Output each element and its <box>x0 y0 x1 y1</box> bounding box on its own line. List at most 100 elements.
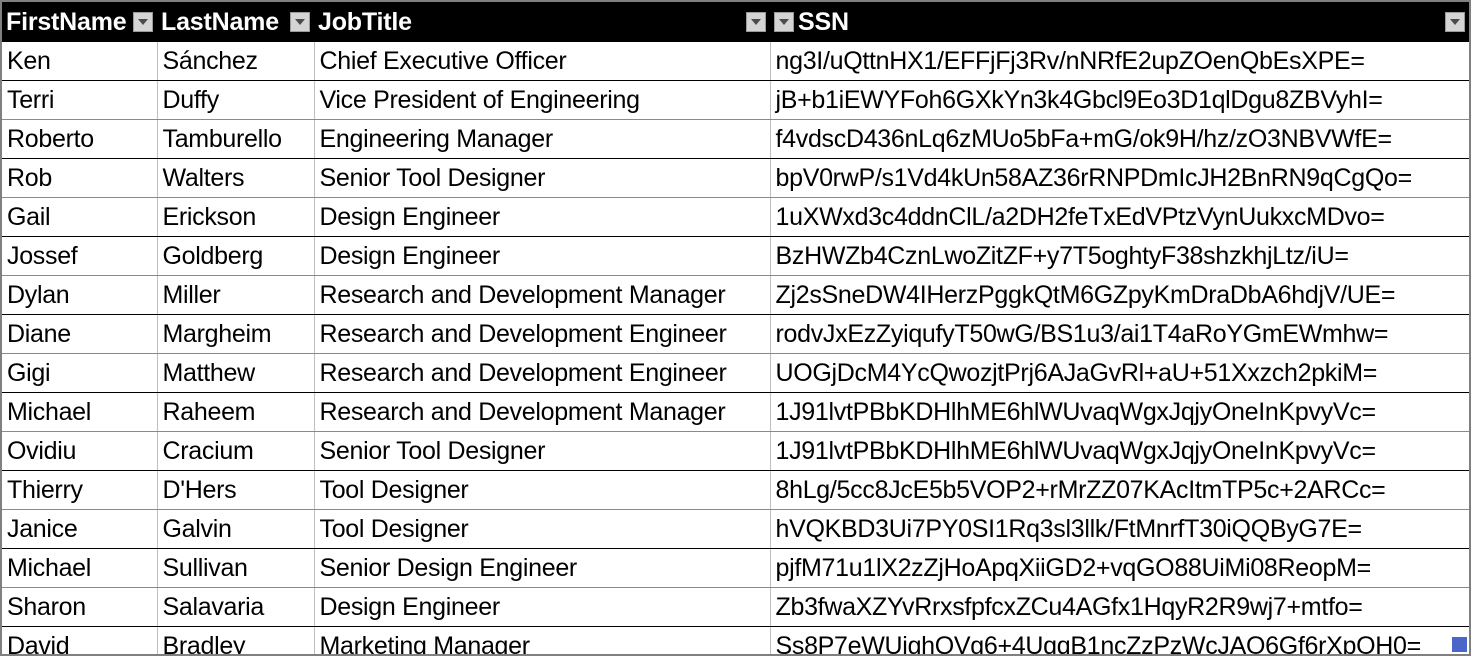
cell-ssn[interactable]: f4vdscD436nLq6zMUo5bFa+mG/ok9H/hz/zO3NBV… <box>770 119 1469 159</box>
cell-job_title[interactable]: Engineering Manager <box>314 119 771 159</box>
cell-ssn[interactable]: Zb3fwaXZYvRrxsfpfcxZCu4AGfx1HqyR2R9wj7+m… <box>770 587 1469 627</box>
cell-ssn[interactable]: hVQKBD3Ui7PY0SI1Rq3sl3llk/FtMnrfT30iQQBy… <box>770 509 1469 549</box>
column-header-first_name[interactable]: FirstName <box>2 2 157 42</box>
cell-last_name[interactable]: Bradley <box>157 626 315 654</box>
column-header-last_name[interactable]: LastName <box>157 2 314 42</box>
column-header-ssn[interactable]: SSN <box>770 2 1469 42</box>
cell-first_name[interactable]: Jossef <box>2 236 158 276</box>
table-row: Rob Walters Senior Tool Designer bpV0rwP/s1… <box>2 158 1469 198</box>
cell-job_title[interactable]: Research and Development Manager <box>314 392 771 432</box>
cell-last_name[interactable]: Tamburello <box>157 119 315 159</box>
cell-first_name[interactable]: Gail <box>2 197 158 237</box>
chevron-down-icon[interactable] <box>746 12 766 32</box>
cell-last_name[interactable]: Goldberg <box>157 236 315 276</box>
cell-job_title[interactable]: Senior Tool Designer <box>314 431 771 471</box>
chevron-down-icon[interactable] <box>133 12 153 32</box>
column-header-label: SSN <box>798 8 849 36</box>
table-row: Terri Duffy Vice President of Engineering j… <box>2 80 1469 120</box>
cell-last_name[interactable]: Raheem <box>157 392 315 432</box>
table-row: Michael Sullivan Senior Design Engineer pjf… <box>2 548 1469 588</box>
cell-job_title[interactable]: Design Engineer <box>314 197 771 237</box>
table-row: Sharon Salavaria Design Engineer Zb3fwaXZYv… <box>2 587 1469 627</box>
cell-first_name[interactable]: Terri <box>2 80 158 120</box>
table-row: Ken Sánchez Chief Executive Officer ng3I/uQ… <box>2 42 1469 81</box>
table-row: Ovidiu Cracium Senior Tool Designer 1J91lvt… <box>2 431 1469 471</box>
chevron-down-icon[interactable] <box>290 12 310 32</box>
table-row: Roberto Tamburello Engineering Manager f4vd… <box>2 119 1469 159</box>
cell-last_name[interactable]: Salavaria <box>157 587 315 627</box>
cell-ssn[interactable]: UOGjDcM4YcQwozjtPrj6AJaGvRl+aU+51Xxzch2p… <box>770 353 1469 393</box>
chevron-down-icon[interactable] <box>1445 12 1465 32</box>
cell-job_title[interactable]: Senior Tool Designer <box>314 158 771 198</box>
chevron-down-icon[interactable] <box>774 12 794 32</box>
table-row: Diane Margheim Research and Development En… <box>2 314 1469 354</box>
column-header-label: FirstName <box>6 8 127 36</box>
cell-last_name[interactable]: Miller <box>157 275 315 315</box>
cell-first_name[interactable]: Roberto <box>2 119 158 159</box>
caret-glyph <box>295 19 305 25</box>
cell-last_name[interactable]: Galvin <box>157 509 315 549</box>
cell-first_name[interactable]: Michael <box>2 548 158 588</box>
table-row: Gail Erickson Design Engineer 1uXWxd3c4ddnC… <box>2 197 1469 237</box>
cell-first_name[interactable]: Michael <box>2 392 158 432</box>
cell-job_title[interactable]: Vice President of Engineering <box>314 80 771 120</box>
column-header-job_title[interactable]: JobTitle <box>314 2 770 42</box>
table-header-row: FirstName LastName JobTitle SSN <box>2 2 1469 42</box>
cell-ssn[interactable]: rodvJxEzZyiqufyT50wG/BS1u3/ai1T4aRoYGmEW… <box>770 314 1469 354</box>
column-header-label: JobTitle <box>318 8 412 36</box>
table-row: Michael Raheem Research and Development Ma… <box>2 392 1469 432</box>
cell-job_title[interactable]: Research and Development Engineer <box>314 314 771 354</box>
column-header-label: LastName <box>161 8 279 36</box>
cell-ssn[interactable]: 1uXWxd3c4ddnClL/a2DH2feTxEdVPtzVynUukxcM… <box>770 197 1469 237</box>
cell-ssn[interactable]: 1J91lvtPBbKDHlhME6hlWUvaqWgxJqjyOneInKpv… <box>770 431 1469 471</box>
cell-job_title[interactable]: Research and Development Engineer <box>314 353 771 393</box>
cell-ssn[interactable]: ng3I/uQttnHX1/EFFjFj3Rv/nNRfE2upZOenQbEs… <box>770 42 1469 81</box>
cell-first_name[interactable]: Gigi <box>2 353 158 393</box>
table-row: Thierry D'Hers Tool Designer 8hLg/5cc8JcE5b… <box>2 470 1469 510</box>
cell-first_name[interactable]: Ovidiu <box>2 431 158 471</box>
cell-last_name[interactable]: Cracium <box>157 431 315 471</box>
cell-last_name[interactable]: Sullivan <box>157 548 315 588</box>
cell-ssn[interactable]: jB+b1iEWYFoh6GXkYn3k4Gbcl9Eo3D1qlDgu8ZBV… <box>770 80 1469 120</box>
cell-job_title[interactable]: Marketing Manager <box>314 626 771 654</box>
cell-ssn[interactable]: Zj2sSneDW4IHerzPggkQtM6GZpyKmDraDbA6hdjV… <box>770 275 1469 315</box>
data-table: FirstName LastName JobTitle SSN Ken Sánchez C… <box>2 2 1469 654</box>
table-row: Gigi Matthew Research and Development Engi… <box>2 353 1469 393</box>
cell-last_name[interactable]: Matthew <box>157 353 315 393</box>
caret-glyph <box>138 19 148 25</box>
cell-first_name[interactable]: David <box>2 626 158 654</box>
cell-job_title[interactable]: Research and Development Manager <box>314 275 771 315</box>
caret-glyph <box>779 19 789 25</box>
cell-job_title[interactable]: Senior Design Engineer <box>314 548 771 588</box>
cell-last_name[interactable]: Erickson <box>157 197 315 237</box>
cell-first_name[interactable]: Diane <box>2 314 158 354</box>
table-row: Jossef Goldberg Design Engineer BzHWZb4CznL… <box>2 236 1469 276</box>
cell-job_title[interactable]: Design Engineer <box>314 236 771 276</box>
table-body: Ken Sánchez Chief Executive Officer ng3I/uQ… <box>2 42 1469 654</box>
table-row: David Bradley Marketing Manager Ss8P7eWUjgh… <box>2 626 1469 654</box>
cell-ssn[interactable]: pjfM71u1lX2zZjHoApqXiiGD2+vqGO88UiMi08Re… <box>770 548 1469 588</box>
cell-last_name[interactable]: Duffy <box>157 80 315 120</box>
cell-job_title[interactable]: Design Engineer <box>314 587 771 627</box>
cell-first_name[interactable]: Rob <box>2 158 158 198</box>
cell-ssn[interactable]: BzHWZb4CznLwoZitZF+y7T5oghtyF38shzkhjLtz… <box>770 236 1469 276</box>
cell-first_name[interactable]: Janice <box>2 509 158 549</box>
table-row: Janice Galvin Tool Designer hVQKBD3Ui7PY0SI… <box>2 509 1469 549</box>
cell-last_name[interactable]: D'Hers <box>157 470 315 510</box>
cell-first_name[interactable]: Dylan <box>2 275 158 315</box>
spreadsheet-table-view: FirstName LastName JobTitle SSN Ken Sánchez C… <box>0 0 1471 656</box>
cell-ssn[interactable]: Ss8P7eWUjghQVg6+4UqqB1ncZzPzWcJAO6Gf6rXp… <box>770 626 1469 654</box>
fill-handle[interactable] <box>1452 637 1467 652</box>
cell-job_title[interactable]: Tool Designer <box>314 509 771 549</box>
cell-ssn[interactable]: 8hLg/5cc8JcE5b5VOP2+rMrZZ07KAcItmTP5c+2A… <box>770 470 1469 510</box>
cell-last_name[interactable]: Walters <box>157 158 315 198</box>
cell-last_name[interactable]: Sánchez <box>157 42 315 81</box>
cell-job_title[interactable]: Tool Designer <box>314 470 771 510</box>
cell-job_title[interactable]: Chief Executive Officer <box>314 42 771 81</box>
cell-first_name[interactable]: Ken <box>2 42 158 81</box>
cell-ssn[interactable]: 1J91lvtPBbKDHlhME6hlWUvaqWgxJqjyOneInKpv… <box>770 392 1469 432</box>
cell-last_name[interactable]: Margheim <box>157 314 315 354</box>
cell-first_name[interactable]: Sharon <box>2 587 158 627</box>
cell-ssn[interactable]: bpV0rwP/s1Vd4kUn58AZ36rRNPDmIcJH2BnRN9qC… <box>770 158 1469 198</box>
cell-first_name[interactable]: Thierry <box>2 470 158 510</box>
